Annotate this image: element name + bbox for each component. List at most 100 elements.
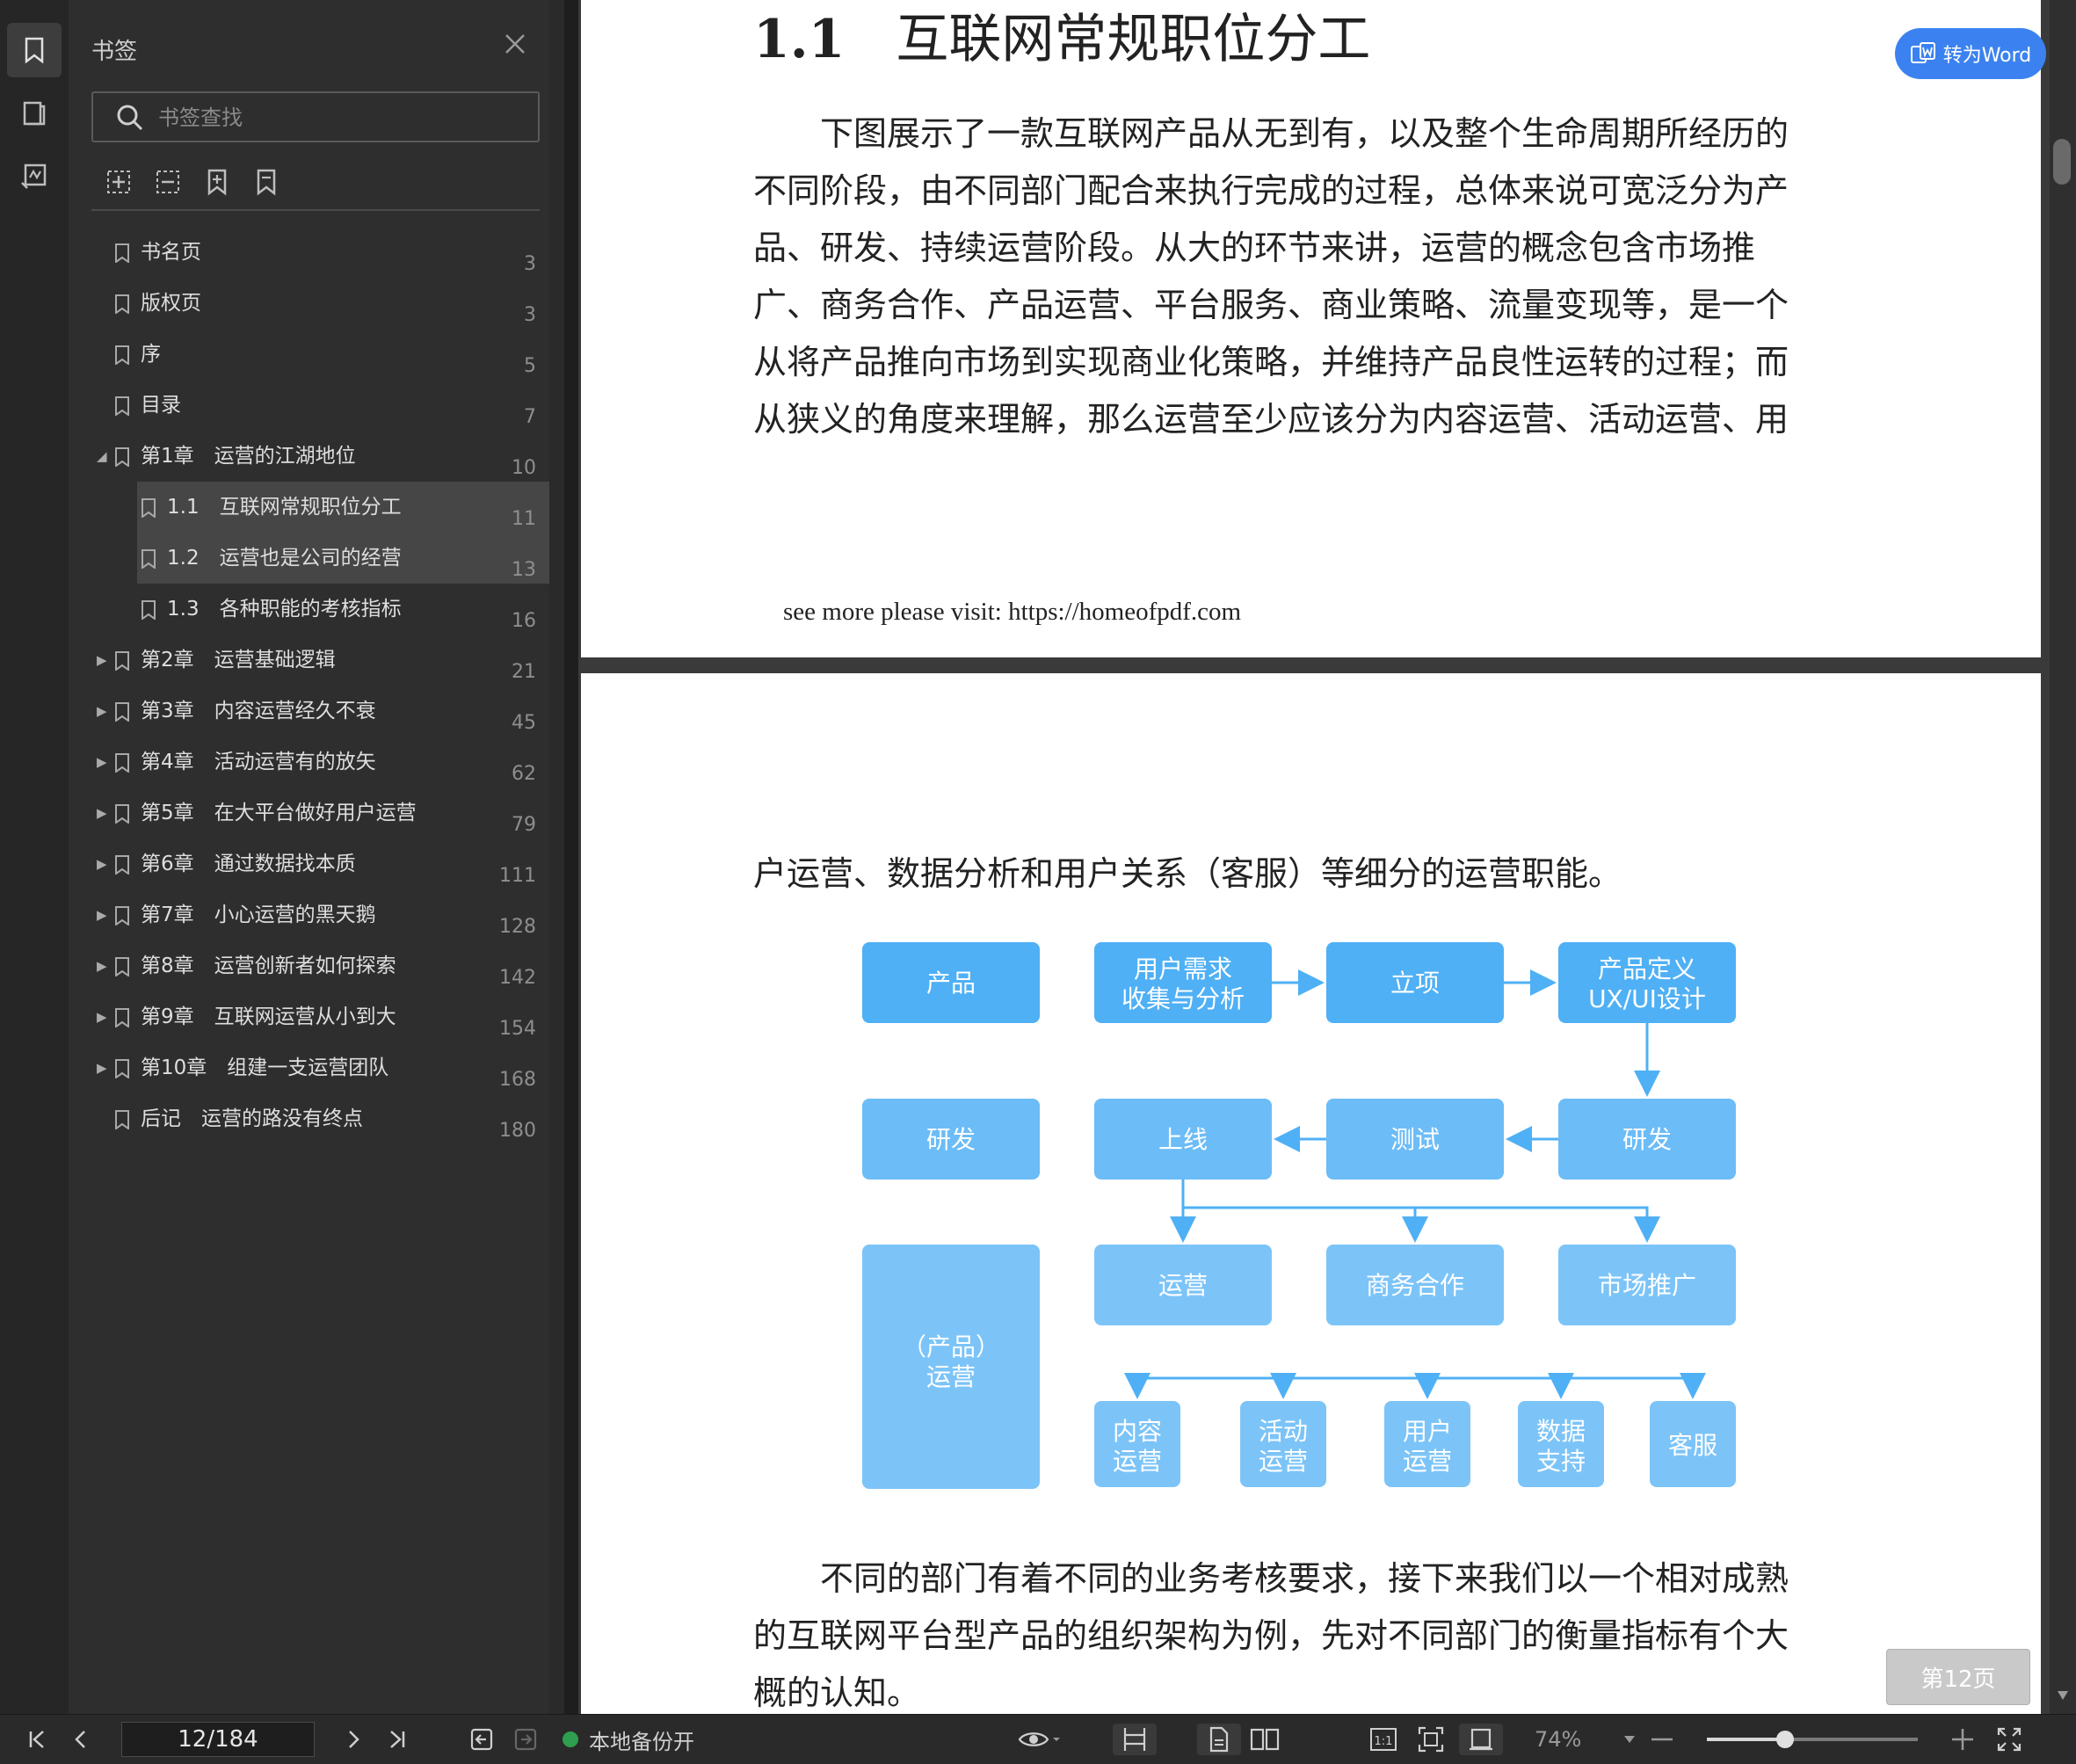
panel-scrollbar-track[interactable] bbox=[549, 0, 564, 1714]
bookmark-item-label: 目录 bbox=[141, 394, 181, 417]
paragraph-3: 不同的部门有着不同的业务考核要求，接下来我们以一个相对成熟 的互联网平台型产品的… bbox=[753, 1550, 1861, 1714]
bookmark-icon bbox=[115, 294, 129, 314]
last-page-icon[interactable] bbox=[381, 1724, 413, 1755]
expand-arrow-icon[interactable]: ▶ bbox=[97, 635, 107, 686]
panel-divider[interactable] bbox=[564, 0, 578, 1714]
bookmark-item[interactable]: ◢ 第1章 运营的江湖地位 10 bbox=[91, 431, 552, 482]
convert-to-word-button[interactable]: 转为Word bbox=[1895, 28, 2046, 79]
bookmark-icon bbox=[115, 855, 129, 875]
bookmark-item[interactable]: ▶ 第9章 互联网运营从小到大 154 bbox=[91, 991, 552, 1042]
expand-arrow-icon[interactable]: ▶ bbox=[97, 940, 107, 991]
left-icon-bar bbox=[0, 0, 69, 1714]
expand-all-icon[interactable] bbox=[104, 167, 135, 199]
expand-arrow-icon[interactable]: ▶ bbox=[97, 686, 107, 737]
single-page-icon[interactable] bbox=[1197, 1724, 1241, 1755]
eye-protection-icon[interactable] bbox=[1016, 1724, 1063, 1755]
bookmark-search-box bbox=[91, 91, 540, 142]
collapse-arrow-icon[interactable]: ◢ bbox=[97, 431, 107, 482]
zoom-in-icon[interactable] bbox=[1949, 1724, 1976, 1755]
bookmark-item[interactable]: 1.3 各种职能的考核指标 16 bbox=[137, 584, 552, 635]
fit-page-icon[interactable] bbox=[1412, 1724, 1450, 1755]
expand-arrow-icon[interactable]: ▶ bbox=[97, 788, 107, 838]
bookmark-item[interactable]: 目录 7 bbox=[91, 380, 552, 431]
heading-number: 1.1 bbox=[753, 9, 846, 70]
text-line: 的互联网平台型产品的组织架构为例，先对不同部门的衡量指标有个大 bbox=[753, 1616, 1789, 1655]
expand-arrow-icon[interactable]: ▶ bbox=[97, 737, 107, 788]
current-page-badge: 第12页 bbox=[1886, 1649, 2030, 1705]
document-scrollbar[interactable] bbox=[2050, 0, 2076, 1714]
bookmark-icon bbox=[115, 345, 129, 365]
first-page-icon[interactable] bbox=[21, 1724, 53, 1755]
bookmark-item[interactable]: ▶ 第10章 组建一支运营团队 168 bbox=[91, 1042, 552, 1093]
continuous-scroll-icon[interactable] bbox=[1113, 1724, 1157, 1755]
zoom-dropdown-icon[interactable] bbox=[1621, 1724, 1638, 1755]
bookmark-item-label: 第7章 小心运营的黑天鹅 bbox=[141, 904, 376, 926]
annotation-tab-icon[interactable] bbox=[7, 149, 62, 204]
stage-ops-label: （产品） bbox=[902, 1332, 1000, 1361]
bookmark-icon bbox=[115, 1110, 129, 1129]
document-scrollbar-thumb[interactable] bbox=[2053, 139, 2071, 185]
bookmark-item-label: 1.3 各种职能的考核指标 bbox=[167, 598, 402, 621]
expand-arrow-icon[interactable]: ▶ bbox=[97, 889, 107, 940]
bookmark-item[interactable]: 序5 bbox=[91, 329, 552, 380]
bookmark-search-input[interactable] bbox=[156, 100, 529, 135]
search-icon bbox=[117, 105, 143, 131]
bookmark-item[interactable]: ▶ 第5章 在大平台做好用户运营 79 bbox=[91, 788, 552, 838]
text-line: 从狭义的角度来理解，那么运营至少应该分为内容运营、活动运营、用 bbox=[753, 400, 1789, 439]
page-number-input[interactable] bbox=[121, 1722, 315, 1757]
fit-width-icon[interactable] bbox=[1459, 1724, 1503, 1755]
bookmark-item-label: 序 bbox=[141, 343, 161, 366]
bookmark-item[interactable]: 1.2 运营也是公司的经营 13 bbox=[137, 533, 552, 584]
thumbnail-tab-icon[interactable] bbox=[7, 86, 62, 141]
bookmark-icon bbox=[115, 957, 129, 976]
expand-arrow-icon[interactable]: ▶ bbox=[97, 1042, 107, 1093]
bookmark-item[interactable]: 书名页 3 bbox=[91, 227, 552, 278]
stage-ops-label: 运营 bbox=[926, 1362, 976, 1391]
scroll-down-arrow-icon[interactable] bbox=[2058, 1691, 2068, 1700]
expand-arrow-icon[interactable]: ▶ bbox=[97, 838, 107, 889]
expand-arrow-icon[interactable]: ▶ bbox=[97, 991, 107, 1042]
bookmark-icon bbox=[142, 549, 156, 569]
bookmark-icon bbox=[115, 651, 129, 671]
bookmark-item[interactable]: ▶ 第7章 小心运营的黑天鹅 128 bbox=[91, 889, 552, 940]
bookmark-icon bbox=[115, 804, 129, 824]
bookmark-item[interactable]: 版权页 3 bbox=[91, 278, 552, 329]
forward-icon[interactable] bbox=[510, 1724, 541, 1755]
actual-size-icon[interactable]: 1:1 bbox=[1364, 1724, 1403, 1755]
project-label: 立项 bbox=[1390, 969, 1440, 998]
bookmark-item[interactable]: ▶ 第2章 运营基础逻辑 21 bbox=[91, 635, 552, 686]
zoom-slider-handle[interactable] bbox=[1775, 1731, 1794, 1748]
text-line: 不同的部门有着不同的业务考核要求，接下来我们以一个相对成熟 bbox=[753, 1559, 1789, 1598]
bookmark-item[interactable]: ▶ 第4章 活动运营有的放矢 62 bbox=[91, 737, 552, 788]
fullscreen-icon[interactable] bbox=[1993, 1724, 2025, 1755]
text-line: 概的认知。 bbox=[753, 1673, 921, 1712]
user-ops-label: 用户 bbox=[1403, 1417, 1452, 1446]
panel-title: 书签 bbox=[91, 39, 138, 65]
zoom-out-icon[interactable] bbox=[1649, 1724, 1675, 1755]
bookmark-tab-icon[interactable] bbox=[7, 23, 62, 77]
bookmark-item-label: 第2章 运营基础逻辑 bbox=[141, 649, 336, 671]
document-viewport[interactable]: 1.1 互联网常规职位分工 下图展示了一款互联网产品从无到有，以及整个生命周期所经… bbox=[578, 0, 2076, 1714]
bookmark-item[interactable]: ▶ 第6章 通过数据找本质 111 bbox=[91, 838, 552, 889]
zoom-level[interactable]: 74% bbox=[1535, 1722, 1581, 1757]
back-icon[interactable] bbox=[466, 1724, 497, 1755]
add-bookmark-icon[interactable] bbox=[202, 167, 234, 199]
bookmark-item[interactable]: 1.1 互联网常规职位分工 11 bbox=[137, 482, 552, 533]
test-label: 测试 bbox=[1390, 1125, 1440, 1154]
bookmark-item[interactable]: ▶ 第3章 内容运营经久不衰 45 bbox=[91, 686, 552, 737]
bookmark-icon bbox=[142, 600, 156, 620]
bookmark-item[interactable]: 后记 运营的路没有终点 180 bbox=[91, 1093, 552, 1144]
double-page-icon[interactable] bbox=[1243, 1724, 1287, 1755]
prev-page-icon[interactable] bbox=[65, 1724, 97, 1755]
stage-dev-label: 研发 bbox=[926, 1125, 976, 1154]
close-icon[interactable] bbox=[504, 33, 526, 58]
next-page-icon[interactable] bbox=[338, 1724, 369, 1755]
bookmark-icon bbox=[115, 906, 129, 926]
collapse-all-icon[interactable] bbox=[153, 167, 185, 199]
bookmark-item-label: 第10章 组建一支运营团队 bbox=[141, 1056, 389, 1079]
bookmark-outline-icon[interactable] bbox=[251, 167, 283, 199]
zoom-slider[interactable] bbox=[1707, 1731, 1918, 1748]
bookmark-item-label: 版权页 bbox=[141, 292, 201, 315]
bookmark-item[interactable]: ▶ 第8章 运营创新者如何探索 142 bbox=[91, 940, 552, 991]
local-backup-status[interactable]: 本地备份开 bbox=[563, 1722, 694, 1757]
